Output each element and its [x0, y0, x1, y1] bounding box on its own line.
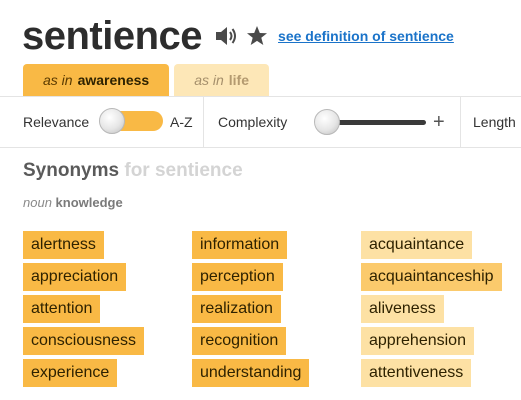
synonym-chip[interactable]: recognition — [192, 327, 287, 355]
word-header: sentience see definition of sentience — [22, 12, 454, 60]
synonym-chip[interactable]: acquaintanceship — [361, 263, 502, 291]
page-title: sentience — [22, 14, 203, 58]
synonym-chip[interactable]: alertness — [23, 231, 104, 259]
tab-life[interactable]: as in life — [174, 64, 269, 96]
filter-divider — [203, 97, 204, 147]
complexity-label: Complexity — [218, 114, 288, 130]
synonym-chip[interactable]: attention — [23, 295, 101, 323]
tab-awareness[interactable]: as in awareness — [23, 64, 170, 96]
tab-as-in-label: as in — [194, 72, 224, 88]
synonym-chip[interactable]: experience — [23, 359, 118, 387]
synonym-chip[interactable]: aliveness — [361, 295, 444, 323]
definition-link[interactable]: see definition of sentience — [278, 28, 454, 44]
sort-toggle[interactable] — [99, 108, 163, 134]
synonym-column-2: information perception realization recog… — [192, 231, 310, 387]
synonym-chip[interactable]: appreciation — [23, 263, 127, 291]
length-label[interactable]: Length — [473, 114, 516, 130]
speaker-icon[interactable] — [214, 25, 238, 47]
complexity-slider-handle[interactable] — [314, 109, 340, 135]
synonym-chip[interactable]: acquaintance — [361, 231, 473, 259]
synonym-chip[interactable]: realization — [192, 295, 281, 323]
relevance-label[interactable]: Relevance — [23, 114, 89, 130]
synonym-chip[interactable]: information — [192, 231, 288, 259]
star-icon[interactable] — [246, 25, 268, 47]
synonym-chip[interactable]: perception — [192, 263, 283, 291]
filter-divider — [460, 97, 461, 147]
synonym-chip[interactable]: attentiveness — [361, 359, 472, 387]
tab-sense-label: life — [228, 72, 249, 88]
synonym-column-1: alertness appreciation attention conscio… — [23, 231, 144, 387]
sense-tabs: as in awareness as in life — [23, 64, 269, 96]
complexity-slider-track[interactable] — [326, 120, 426, 125]
synonyms-for-word: for sentience — [124, 160, 243, 181]
synonym-chip[interactable]: apprehension — [361, 327, 474, 355]
az-label[interactable]: A-Z — [170, 114, 193, 130]
synonyms-title: Synonyms — [23, 160, 120, 181]
synonym-chip[interactable]: understanding — [192, 359, 310, 387]
synonym-chip[interactable]: consciousness — [23, 327, 144, 355]
toggle-knob[interactable] — [99, 108, 125, 134]
sense-word: knowledge — [55, 195, 123, 210]
synonyms-heading: Synonyms for sentience — [23, 160, 243, 182]
tab-sense-label: awareness — [77, 72, 150, 88]
plus-icon[interactable]: + — [433, 112, 445, 132]
synonym-column-3: acquaintance acquaintanceship aliveness … — [361, 231, 502, 387]
tab-as-in-label: as in — [43, 72, 73, 88]
thesaurus-page: sentience see definition of sentience as… — [0, 0, 521, 400]
part-of-speech-line: noun knowledge — [23, 195, 123, 210]
part-of-speech: noun — [23, 195, 52, 210]
